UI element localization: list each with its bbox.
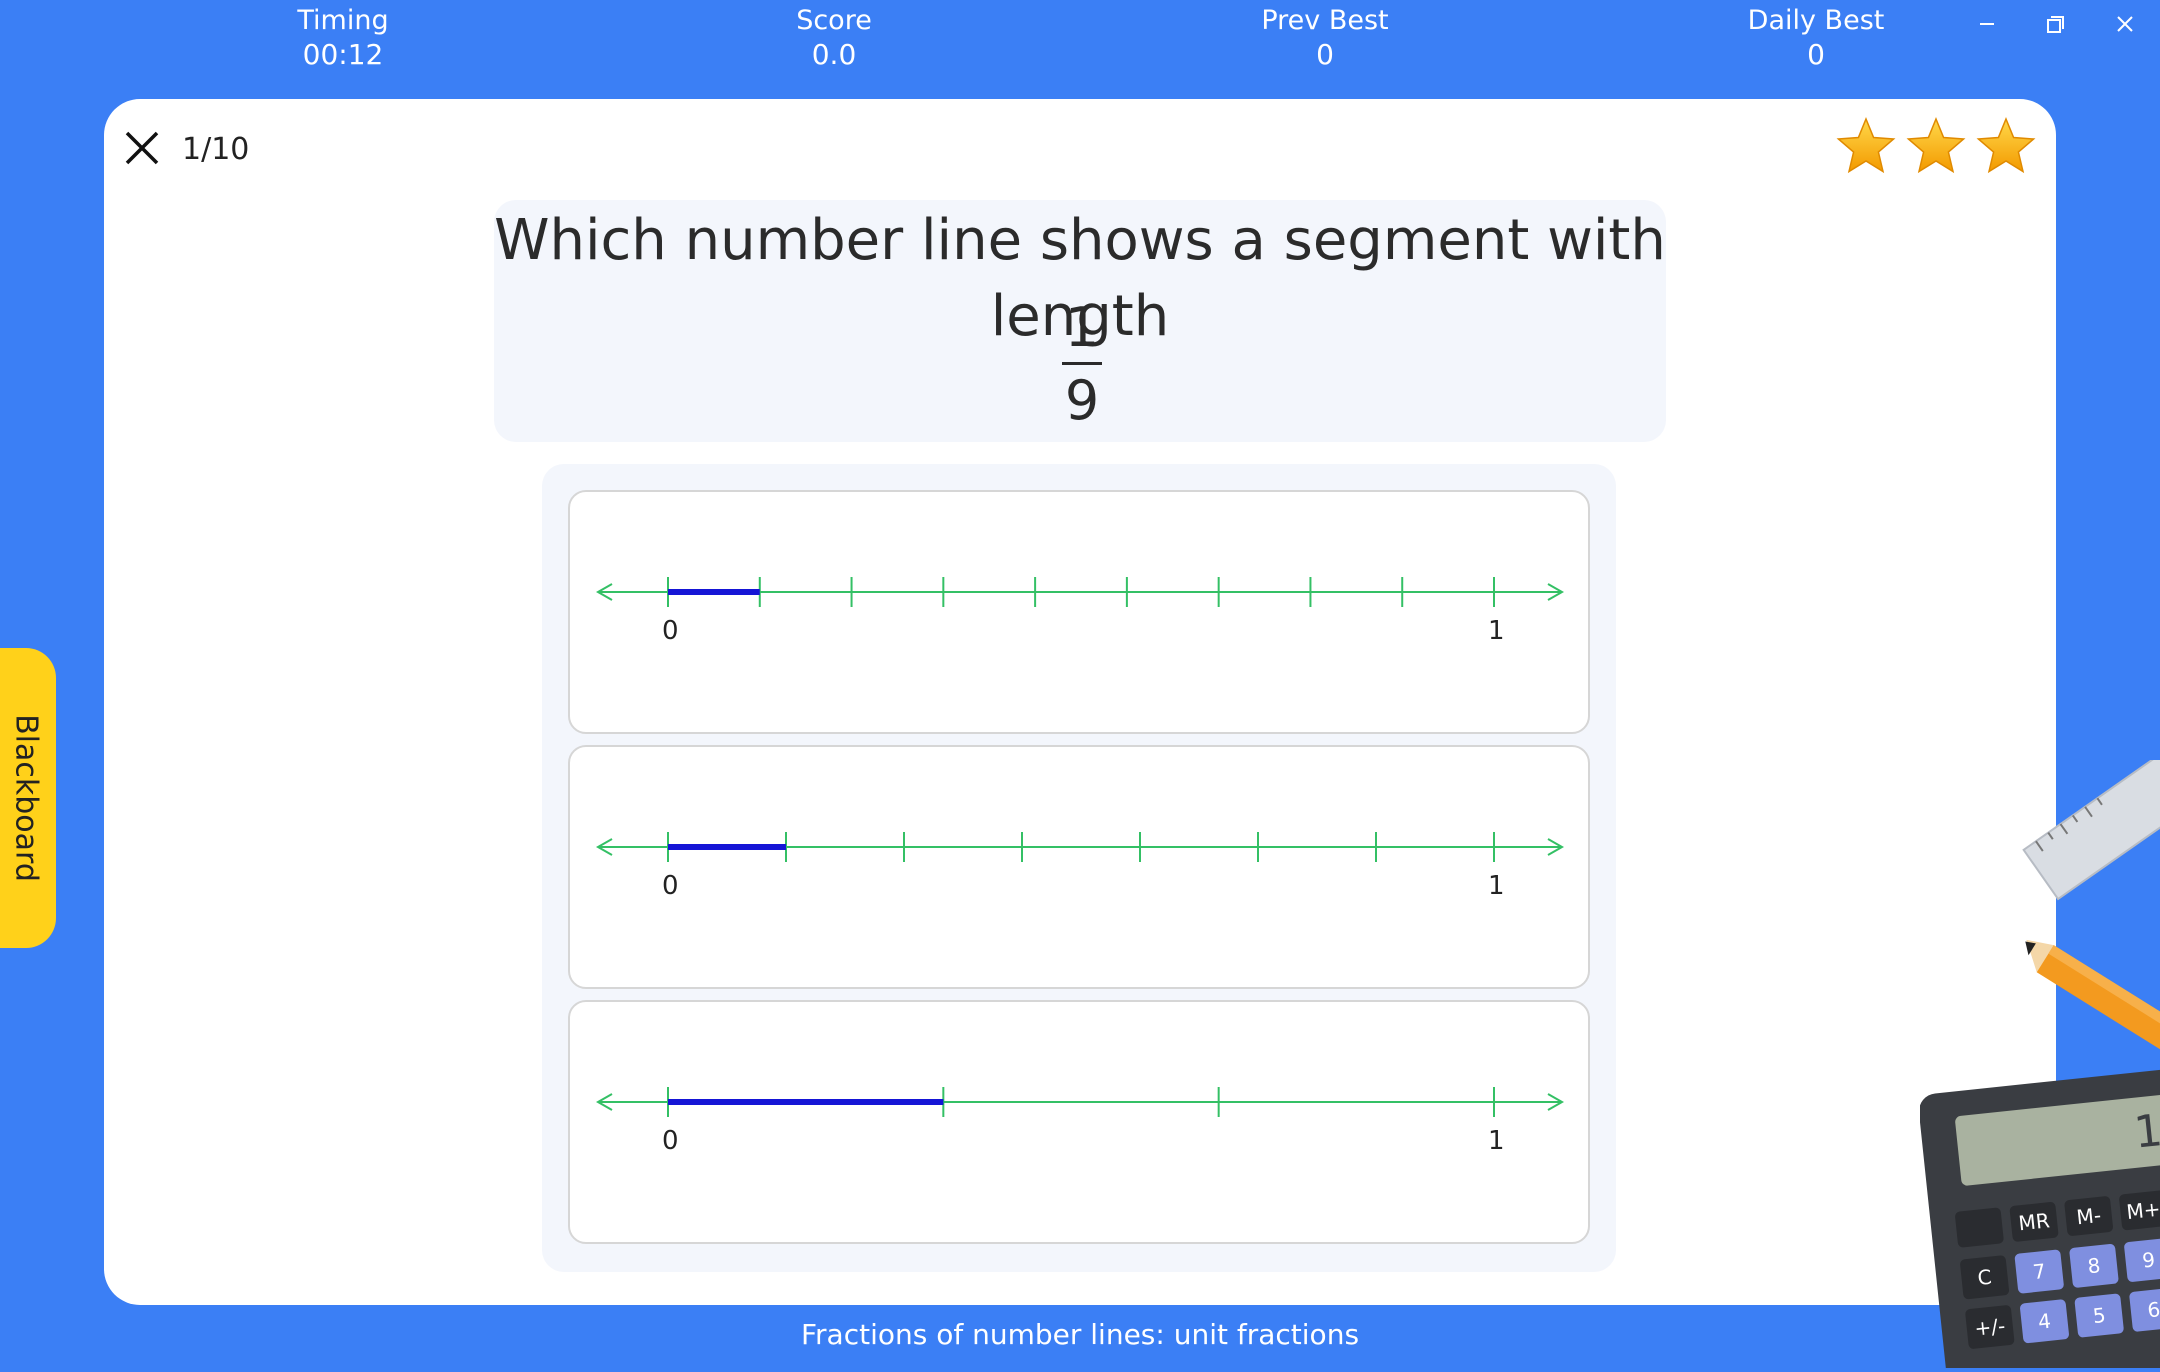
daily-best-label: Daily Best <box>1747 5 1885 36</box>
number-line-end-label: 1 <box>1488 1126 1505 1156</box>
svg-text:C: C <box>1976 1265 1992 1290</box>
star-rating <box>1836 114 2046 180</box>
pencil-icon <box>2025 939 2160 1058</box>
answer-option-1[interactable]: 0 1 <box>568 490 1590 734</box>
answer-option-2[interactable]: 0 1 <box>568 745 1590 989</box>
calculator-pencil-ruler-illustration: 12 MR M- M+ C 7 8 9 +/- 4 5 6 <box>1918 733 2160 1372</box>
score-value: 0.0 <box>811 38 857 71</box>
svg-text:9: 9 <box>2141 1247 2156 1272</box>
fraction-bar <box>1062 362 1102 365</box>
number-line-start-label: 0 <box>662 871 679 901</box>
svg-text:7: 7 <box>2032 1259 2047 1284</box>
daily-best-stat: Daily Best 0 <box>1666 4 1966 72</box>
blackboard-label: Blackboard <box>8 714 44 882</box>
prev-best-label: Prev Best <box>1261 5 1389 36</box>
tools-decoration: 12 MR M- M+ C 7 8 9 +/- 4 5 6 <box>1918 733 2160 1372</box>
score-label: Score <box>796 5 872 36</box>
minimize-button[interactable] <box>1962 8 2012 40</box>
svg-text:+/-: +/- <box>1973 1313 2006 1340</box>
prev-best-stat: Prev Best 0 <box>1175 4 1475 72</box>
timing-value: 00:12 <box>302 38 384 71</box>
quit-quiz-button[interactable] <box>122 128 162 168</box>
svg-text:MR: MR <box>2017 1208 2051 1235</box>
svg-text:6: 6 <box>2146 1297 2160 1322</box>
daily-best-value: 0 <box>1807 38 1825 71</box>
restore-icon <box>2047 16 2064 33</box>
svg-text:M-: M- <box>2075 1203 2102 1229</box>
topic-title: Fractions of number lines: unit fraction… <box>800 1318 1360 1351</box>
star-icon <box>1976 117 2036 174</box>
number-line-2 <box>595 832 1565 862</box>
blackboard-tab[interactable]: Blackboard <box>0 648 56 948</box>
number-line-end-label: 1 <box>1488 871 1505 901</box>
score-stat: Score 0.0 <box>684 4 984 72</box>
number-line-start-label: 0 <box>662 1126 679 1156</box>
timing-stat: Timing 00:12 <box>193 4 493 72</box>
window-close-button[interactable] <box>2100 8 2150 40</box>
star-icon <box>1906 117 1966 174</box>
minimize-icon <box>1980 23 1994 25</box>
svg-text:12: 12 <box>2132 1102 2160 1159</box>
timing-label: Timing <box>297 5 389 36</box>
svg-text:5: 5 <box>2092 1303 2107 1328</box>
svg-text:M+: M+ <box>2125 1197 2160 1224</box>
question-progress: 1/10 <box>182 132 250 167</box>
number-line-1 <box>595 577 1565 607</box>
question-fraction: 1 9 <box>1040 296 1124 433</box>
number-line-3 <box>595 1087 1565 1117</box>
fraction-numerator: 1 <box>1064 296 1100 359</box>
ruler-icon <box>2022 733 2160 901</box>
number-line-end-label: 1 <box>1488 616 1505 646</box>
number-line-start-label: 0 <box>662 616 679 646</box>
close-quiz-icon <box>125 131 159 165</box>
fraction-denominator: 9 <box>1064 369 1100 432</box>
svg-text:4: 4 <box>2037 1309 2052 1334</box>
prev-best-value: 0 <box>1316 38 1334 71</box>
star-icon <box>1836 117 1896 174</box>
calculator-icon: 12 MR M- M+ C 7 8 9 +/- 4 5 6 <box>1918 1067 2160 1372</box>
restore-button[interactable] <box>2030 8 2080 40</box>
answer-option-3[interactable]: 0 1 <box>568 1000 1590 1244</box>
svg-text:8: 8 <box>2086 1253 2101 1278</box>
close-icon <box>2117 16 2133 32</box>
